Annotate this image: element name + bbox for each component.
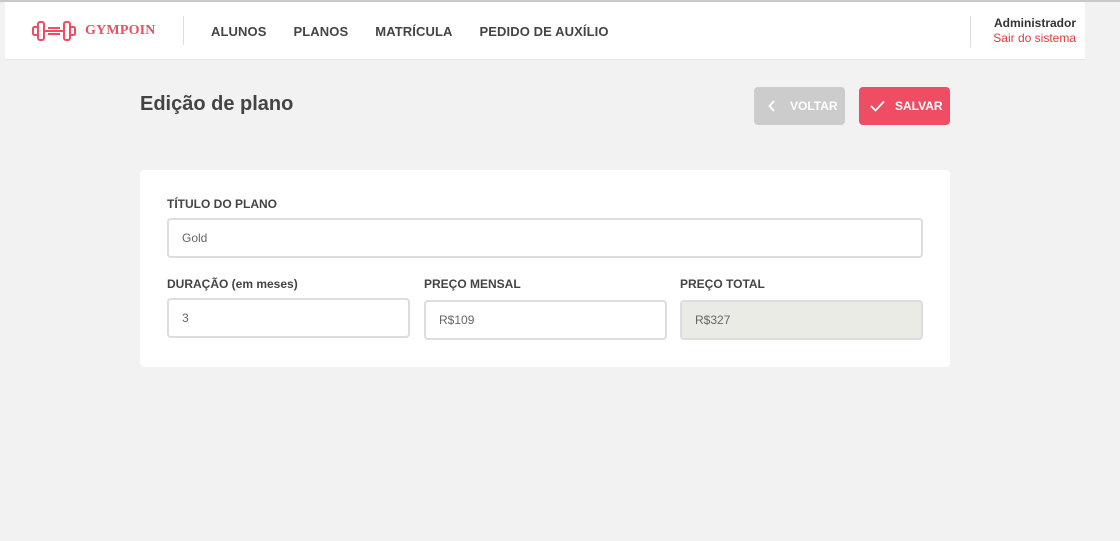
duration-input[interactable]: 3 <box>167 298 410 338</box>
duration-label: DURAÇÃO (em meses) <box>167 277 298 291</box>
chevron-left-icon <box>768 100 776 112</box>
nav-item-alunos[interactable]: ALUNOS <box>211 24 267 39</box>
header-divider <box>183 16 184 45</box>
nav-item-pedido-de-auxilio[interactable]: PEDIDO DE AUXÍLIO <box>479 24 608 39</box>
monthly-price-label: PREÇO MENSAL <box>424 277 521 291</box>
title-label: TÍTULO DO PLANO <box>167 197 277 211</box>
top-header: GYMPOIN ALUNOS PLANOS MATRÍCULA PEDIDO D… <box>5 2 1085 60</box>
dumbbell-icon <box>32 20 76 42</box>
save-button[interactable]: SALVAR <box>859 87 950 125</box>
monthly-price-input[interactable]: R$109 <box>424 300 667 340</box>
nav-item-planos[interactable]: PLANOS <box>294 24 349 39</box>
save-button-label: SALVAR <box>895 99 943 113</box>
title-input[interactable]: Gold <box>167 218 923 258</box>
nav-item-matricula[interactable]: MATRÍCULA <box>375 24 452 39</box>
user-name: Administrador <box>993 16 1076 30</box>
page-title: Edição de plano <box>140 93 294 115</box>
logout-link[interactable]: Sair do sistema <box>993 31 1076 46</box>
brand-name: GYMPOIN <box>85 23 156 38</box>
back-button[interactable]: VOLTAR <box>754 87 845 125</box>
check-icon <box>870 100 885 112</box>
plan-form-card: TÍTULO DO PLANO Gold DURAÇÃO (em meses) … <box>140 170 950 367</box>
main-nav: ALUNOS PLANOS MATRÍCULA PEDIDO DE AUXÍLI… <box>211 2 636 60</box>
total-price-label: PREÇO TOTAL <box>680 277 765 291</box>
logo[interactable]: GYMPOIN <box>32 18 156 44</box>
header-divider <box>970 16 971 47</box>
user-menu: Administrador Sair do sistema <box>993 16 1076 46</box>
total-price-input: R$327 <box>680 300 923 340</box>
back-button-label: VOLTAR <box>790 99 838 113</box>
